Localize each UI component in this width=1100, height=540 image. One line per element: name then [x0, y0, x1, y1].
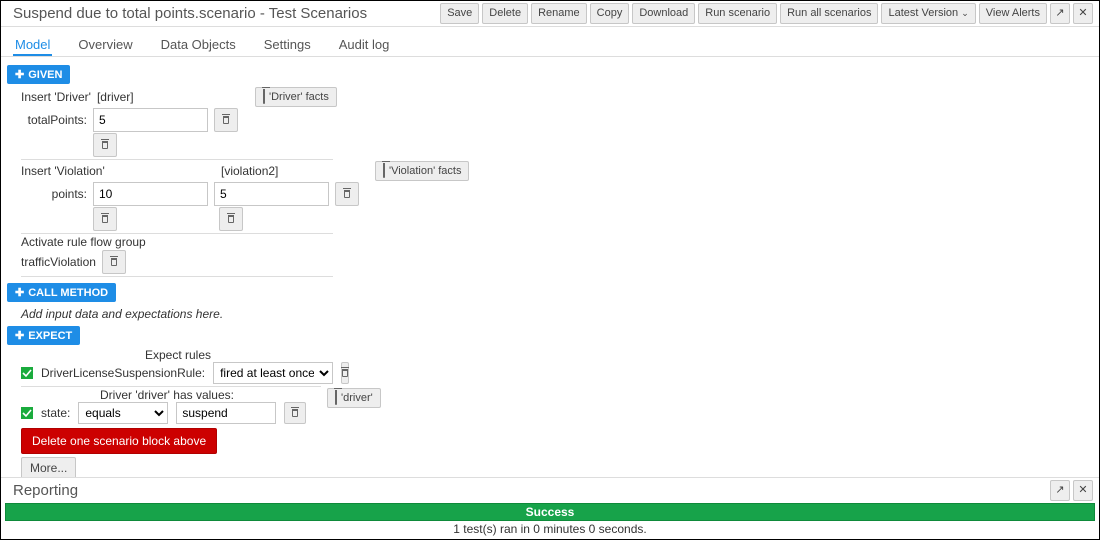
driver-facts-button[interactable]: 'Driver' facts: [255, 87, 337, 107]
ruleflow-title: Activate rule flow group: [21, 235, 146, 249]
plus-icon: ✚: [15, 329, 24, 342]
close-icon[interactable]: ✕: [1073, 3, 1093, 24]
trash-icon: [292, 409, 298, 417]
reporting-expand-icon[interactable]: ↗: [1050, 480, 1070, 501]
delete-button[interactable]: Delete: [482, 3, 528, 24]
ruleflow-value: trafficViolation: [21, 255, 96, 269]
divider: [21, 159, 333, 160]
trash-icon: [223, 116, 229, 124]
points1-input[interactable]: [93, 182, 208, 206]
delete-state-expect-button[interactable]: [284, 402, 306, 424]
save-button[interactable]: Save: [440, 3, 479, 24]
more-button[interactable]: More...: [21, 457, 76, 477]
call-method-note: Add input data and expectations here.: [21, 307, 1093, 321]
divider: [21, 233, 333, 234]
delete-points-row-button[interactable]: [335, 182, 359, 206]
delete-violation2-button[interactable]: [219, 207, 243, 231]
delete-scenario-block-button[interactable]: Delete one scenario block above: [21, 428, 217, 454]
view-alerts-button[interactable]: View Alerts: [979, 3, 1047, 24]
expand-icon[interactable]: ↗: [1050, 3, 1070, 24]
tab-audit-log[interactable]: Audit log: [337, 33, 392, 56]
trash-icon: [344, 190, 350, 198]
call-method-section: ✚CALL METHOD Add input data and expectat…: [7, 279, 1093, 322]
trash-icon: [228, 215, 234, 223]
trash-icon: [342, 369, 348, 377]
download-button[interactable]: Download: [632, 3, 695, 24]
rename-button[interactable]: Rename: [531, 3, 587, 24]
trash-icon: [102, 215, 108, 223]
tab-overview[interactable]: Overview: [76, 33, 134, 56]
state-label: state:: [41, 406, 70, 420]
rule-fired-select[interactable]: fired at least once: [213, 362, 333, 384]
driver-expect-facts-button[interactable]: 'driver': [327, 388, 381, 408]
points2-input[interactable]: [214, 182, 329, 206]
plus-icon: ✚: [15, 286, 24, 299]
tabs: Model Overview Data Objects Settings Aud…: [1, 27, 1099, 57]
chevron-down-icon: ⌄: [961, 8, 969, 18]
violation2-var: [violation2]: [221, 164, 278, 178]
delete-ruleflow-button[interactable]: [102, 250, 126, 274]
rule-name-label: DriverLicenseSuspensionRule:: [41, 366, 205, 380]
run-scenario-button[interactable]: Run scenario: [698, 3, 777, 24]
tab-model[interactable]: Model: [13, 33, 52, 56]
given-button[interactable]: ✚GIVEN: [7, 65, 70, 84]
result-line: 1 test(s) ran in 0 minutes 0 seconds.: [1, 521, 1099, 539]
call-method-button[interactable]: ✚CALL METHOD: [7, 283, 116, 302]
driver-var: [driver]: [97, 90, 134, 104]
insert-violation-label: Insert 'Violation': [21, 164, 105, 178]
tab-settings[interactable]: Settings: [262, 33, 313, 56]
totalpoints-input[interactable]: [93, 108, 208, 132]
divider: [21, 276, 333, 277]
success-bar: Success: [5, 503, 1095, 521]
version-dropdown[interactable]: Latest Version ⌄: [881, 3, 975, 24]
trash-icon: [383, 165, 385, 177]
divider: [21, 386, 321, 387]
expect-rules-title: Expect rules: [145, 348, 211, 362]
trash-icon: [335, 392, 337, 404]
trash-icon: [102, 141, 108, 149]
reporting-close-icon[interactable]: ✕: [1073, 480, 1093, 501]
pass-icon: [21, 367, 33, 379]
reporting-title: Reporting: [7, 482, 78, 499]
state-value-input[interactable]: [176, 402, 276, 424]
totalpoints-label: totalPoints:: [21, 113, 87, 127]
toolbar: Save Delete Rename Copy Download Run sce…: [440, 3, 1093, 24]
pass-icon: [21, 407, 33, 419]
expect-button[interactable]: ✚EXPECT: [7, 326, 80, 345]
page-title: Suspend due to total points.scenario - T…: [7, 5, 367, 22]
insert-driver-label: Insert 'Driver': [21, 90, 91, 104]
violation-facts-button[interactable]: 'Violation' facts: [375, 161, 469, 181]
delete-driver-button[interactable]: [93, 133, 117, 157]
trash-icon: [263, 91, 265, 103]
state-operator-select[interactable]: equals: [78, 402, 168, 424]
delete-violation1-button[interactable]: [93, 207, 117, 231]
points-label: points:: [21, 187, 87, 201]
tab-data-objects[interactable]: Data Objects: [159, 33, 238, 56]
given-section: ✚GIVEN Insert 'Driver' [driver] 'Driver'…: [7, 61, 1093, 279]
expect-section: ✚EXPECT Expect rules DriverLicenseSuspen…: [7, 322, 1093, 425]
delete-rule-expect-button[interactable]: [341, 362, 349, 384]
copy-button[interactable]: Copy: [590, 3, 630, 24]
delete-totalpoints-button[interactable]: [214, 108, 238, 132]
run-all-scenarios-button[interactable]: Run all scenarios: [780, 3, 878, 24]
plus-icon: ✚: [15, 68, 24, 81]
driver-values-title: Driver 'driver' has values:: [100, 388, 234, 402]
trash-icon: [111, 258, 117, 266]
